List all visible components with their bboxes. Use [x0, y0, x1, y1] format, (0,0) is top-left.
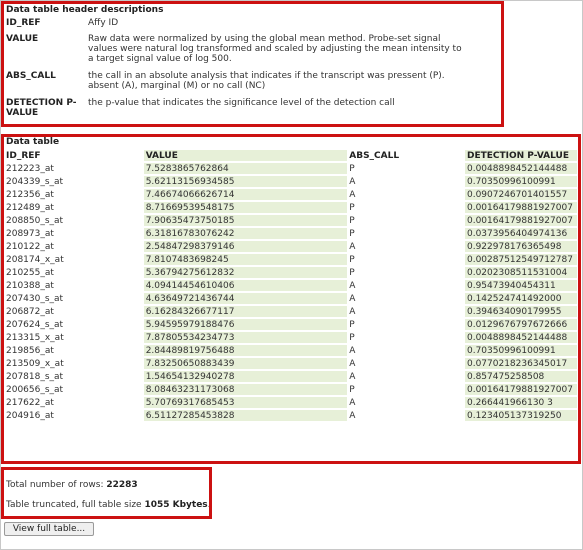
view-full-table-button[interactable]: View full table...: [4, 522, 94, 536]
highlight-box-header-descriptions: [1, 1, 504, 127]
highlight-box-data-table: [1, 134, 581, 464]
highlight-box-footer: [1, 467, 212, 519]
